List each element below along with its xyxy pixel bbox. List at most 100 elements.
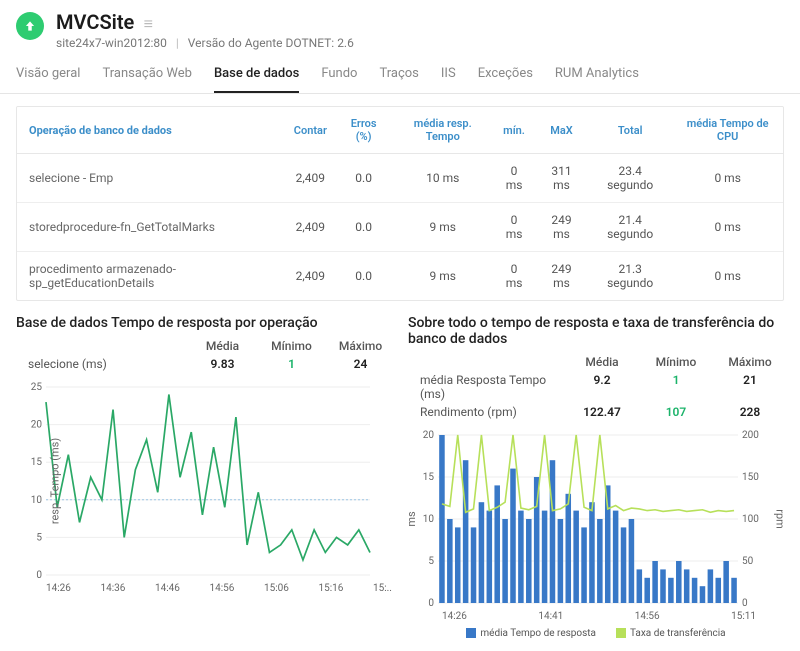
status-badge-up bbox=[16, 12, 44, 40]
tab-transação-web[interactable]: Transação Web bbox=[102, 60, 192, 93]
y-axis-label-left: ms bbox=[405, 511, 418, 526]
svg-text:10: 10 bbox=[423, 514, 435, 525]
stat-min: 107 bbox=[646, 405, 706, 419]
table-row[interactable]: procedimento armazenado-sp_getEducationD… bbox=[17, 252, 783, 301]
cell-err: 0.0 bbox=[335, 154, 392, 203]
bar-line-chart: 05101520050100150200 bbox=[408, 429, 768, 609]
tab-bar: Visão geral Transação Web Base de dados Fun… bbox=[0, 50, 800, 94]
col-min: Mínimo bbox=[264, 339, 319, 353]
cell-count: 2,409 bbox=[286, 203, 335, 252]
svg-text:25: 25 bbox=[31, 382, 43, 393]
svg-text:10: 10 bbox=[31, 495, 43, 506]
cell-cpu: 0 ms bbox=[672, 203, 783, 252]
cell-max: 249 ms bbox=[535, 252, 588, 301]
svg-text:150: 150 bbox=[742, 472, 759, 483]
stat-min: 1 bbox=[264, 357, 319, 371]
svg-text:5: 5 bbox=[428, 556, 434, 567]
col-header[interactable]: Operação de banco de dados bbox=[17, 107, 286, 154]
page-title: MVCSite bbox=[56, 10, 134, 34]
cell-min: 0 ms bbox=[493, 252, 535, 301]
tab-rum-analytics[interactable]: RUM Analytics bbox=[555, 60, 639, 93]
col-media: Média bbox=[195, 339, 250, 353]
x-axis-ticks: 14:2614:3614:4614:5615:0615:1615:.. bbox=[16, 581, 392, 594]
stat-max: 24 bbox=[333, 357, 388, 371]
legend-swatch-blue bbox=[466, 628, 476, 638]
cell-max: 311 ms bbox=[535, 154, 588, 203]
stat-media: 9.2 bbox=[572, 373, 632, 401]
col-header[interactable]: Erros (%) bbox=[335, 107, 392, 154]
cell-total: 23.4 segundo bbox=[588, 154, 672, 203]
chart-title: Base de dados Tempo de resposta por oper… bbox=[16, 315, 392, 331]
tab-base-de-dados[interactable]: Base de dados bbox=[214, 60, 299, 93]
table-row[interactable]: selecione - Emp2,4090.010 ms0 ms311 ms23… bbox=[17, 154, 783, 203]
cell-err: 0.0 bbox=[335, 203, 392, 252]
col-header[interactable]: média resp. Tempo bbox=[392, 107, 493, 154]
svg-text:20: 20 bbox=[423, 430, 435, 441]
cell-total: 21.4 segundo bbox=[588, 203, 672, 252]
stat-row-label: selecione (ms) bbox=[28, 357, 181, 371]
col-max: Máximo bbox=[333, 339, 388, 353]
stat-row-label: média Resposta Tempo (ms) bbox=[420, 373, 558, 401]
cell-count: 2,409 bbox=[286, 252, 335, 301]
stat-max: 228 bbox=[720, 405, 780, 419]
table-row[interactable]: storedprocedure-fn_GetTotalMarks2,4090.0… bbox=[17, 203, 783, 252]
cell-min: 0 ms bbox=[493, 203, 535, 252]
cell-op: procedimento armazenado-sp_getEducationD… bbox=[17, 252, 286, 301]
cell-op: storedprocedure-fn_GetTotalMarks bbox=[17, 203, 286, 252]
legend-swatch-green bbox=[616, 628, 626, 638]
cell-count: 2,409 bbox=[286, 154, 335, 203]
cell-avg: 9 ms bbox=[392, 252, 493, 301]
tab-exceções[interactable]: Exceções bbox=[478, 60, 533, 93]
tab-visão-geral[interactable]: Visão geral bbox=[16, 60, 80, 93]
overall-db-response-card: Sobre todo o tempo de resposta e taxa de… bbox=[408, 315, 784, 639]
response-time-by-operation-card: Base de dados Tempo de resposta por oper… bbox=[16, 315, 392, 639]
menu-icon[interactable]: ≡ bbox=[144, 14, 153, 34]
svg-text:15: 15 bbox=[31, 457, 43, 468]
cell-err: 0.0 bbox=[335, 252, 392, 301]
cell-max: 249 ms bbox=[535, 203, 588, 252]
host-label: site24x7-win2012:80 bbox=[56, 36, 167, 50]
cell-cpu: 0 ms bbox=[672, 154, 783, 203]
svg-text:0: 0 bbox=[36, 570, 42, 581]
col-max: Máximo bbox=[720, 355, 780, 369]
col-header[interactable]: mín. bbox=[493, 107, 535, 154]
tab-fundo[interactable]: Fundo bbox=[321, 60, 357, 93]
y-axis-label: resp. Tempo (ms) bbox=[49, 438, 62, 524]
svg-text:15: 15 bbox=[423, 472, 435, 483]
svg-text:50: 50 bbox=[742, 556, 754, 567]
page-subtitle: site24x7-win2012:80 | Versão do Agente D… bbox=[56, 36, 354, 50]
col-header[interactable]: Contar bbox=[286, 107, 335, 154]
stat-media: 9.83 bbox=[195, 357, 250, 371]
col-min: Mínimo bbox=[646, 355, 706, 369]
line-chart: 0 5 10 15 20 25 bbox=[16, 381, 376, 581]
tab-iis[interactable]: IIS bbox=[441, 60, 456, 93]
cell-total: 21.3 segundo bbox=[588, 252, 672, 301]
y-axis-label-right: rpm bbox=[774, 509, 787, 529]
legend-item: média Tempo de resposta bbox=[466, 628, 596, 639]
svg-text:200: 200 bbox=[742, 430, 759, 441]
tab-traços[interactable]: Traços bbox=[379, 60, 418, 93]
legend-item: Taxa de transferência bbox=[616, 628, 726, 639]
cell-avg: 10 ms bbox=[392, 154, 493, 203]
col-header[interactable]: média Tempo de CPU bbox=[672, 107, 783, 154]
db-operations-table: Operação de banco de dadosContarErros (%… bbox=[17, 107, 783, 300]
stat-max: 21 bbox=[720, 373, 780, 401]
col-media: Média bbox=[572, 355, 632, 369]
page-header: MVCSite ≡ site24x7-win2012:80 | Versão d… bbox=[0, 0, 800, 50]
cell-avg: 9 ms bbox=[392, 203, 493, 252]
chart-legend: média Tempo de resposta Taxa de transfer… bbox=[408, 628, 784, 639]
svg-text:100: 100 bbox=[742, 514, 759, 525]
col-header[interactable]: MaX bbox=[535, 107, 588, 154]
chart-title: Sobre todo o tempo de resposta e taxa de… bbox=[408, 315, 784, 347]
col-header[interactable]: Total bbox=[588, 107, 672, 154]
cell-cpu: 0 ms bbox=[672, 252, 783, 301]
agent-version-label: Versão do Agente DOTNET: 2.6 bbox=[188, 36, 354, 50]
db-operations-table-card: Operação de banco de dadosContarErros (%… bbox=[16, 106, 784, 301]
cell-op: selecione - Emp bbox=[17, 154, 286, 203]
x-axis-ticks: 14:2614:4114:5615:11 bbox=[408, 609, 784, 622]
stat-min: 1 bbox=[646, 373, 706, 401]
svg-text:5: 5 bbox=[36, 532, 42, 543]
svg-text:20: 20 bbox=[31, 420, 43, 431]
arrow-up-icon bbox=[23, 19, 37, 33]
cell-min: 0 ms bbox=[493, 154, 535, 203]
